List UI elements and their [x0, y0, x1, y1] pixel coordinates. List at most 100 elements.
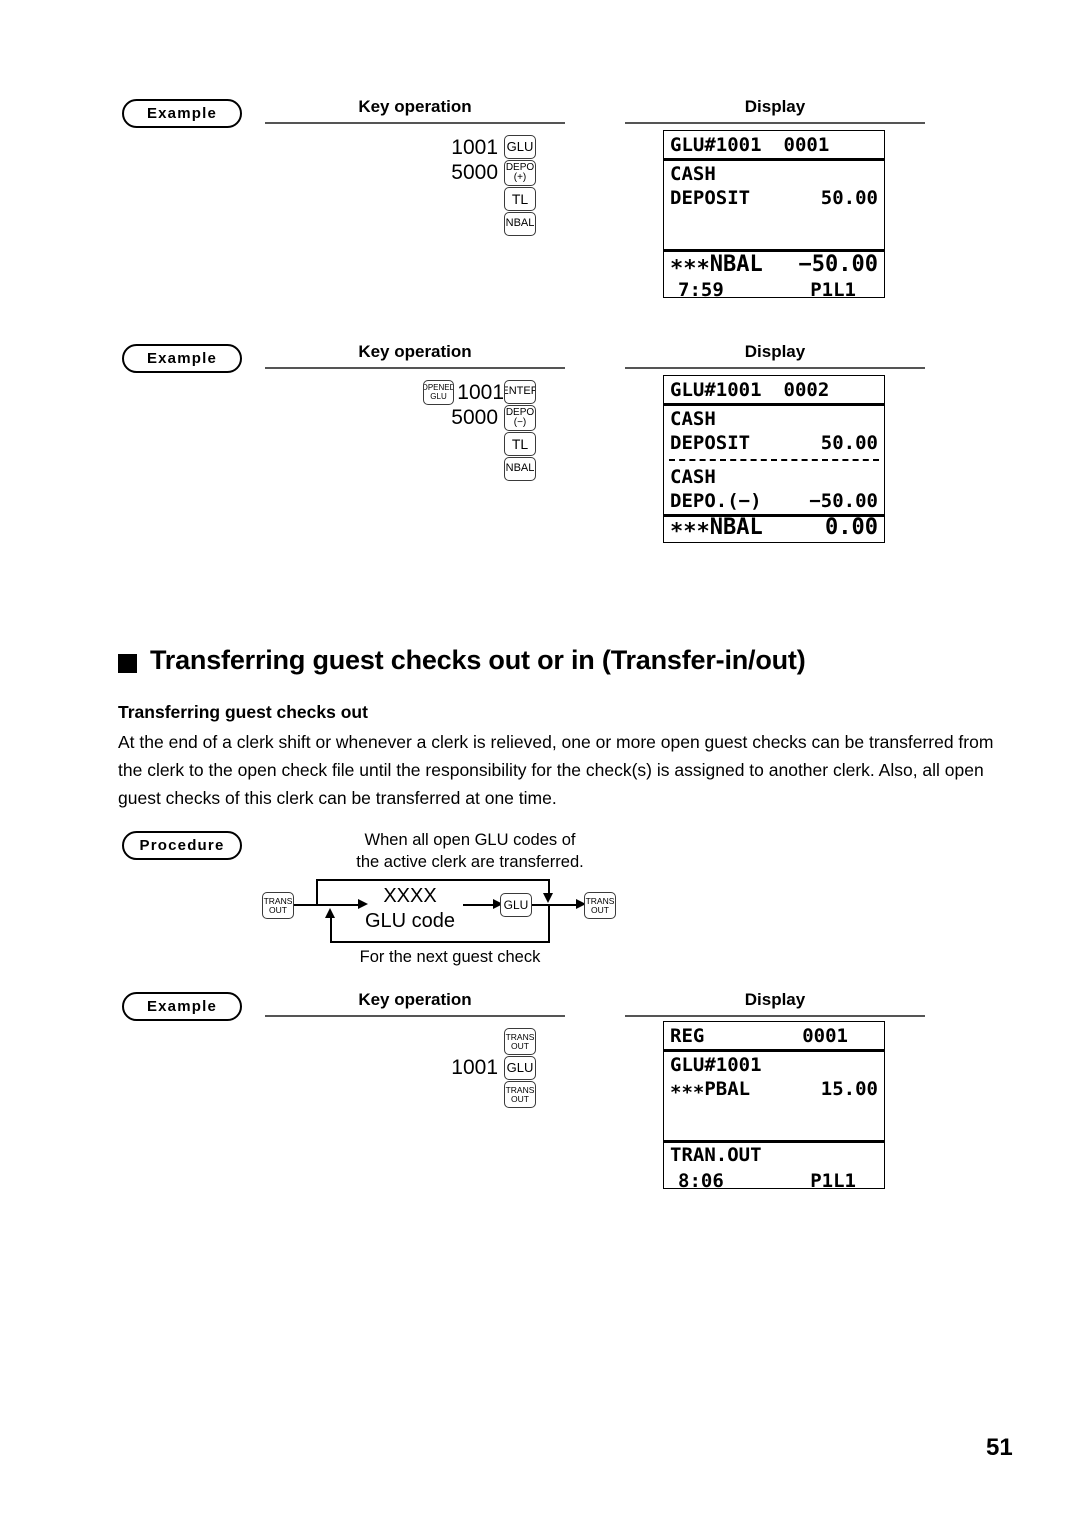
- display-panel-1: GLU#1001 0001 CASH DEPOSIT 50.00 ∗∗∗NBAL…: [663, 130, 885, 298]
- flow-line-bottom-right-riser: [548, 904, 550, 943]
- display-heading-2: Display: [744, 342, 806, 361]
- flow-arrow-top-loop-down: [543, 893, 553, 903]
- display-footer-right: P1L1: [810, 542, 856, 543]
- display-panel-3: REG 0001 GLU#1001 ∗∗∗PBAL 15.00 TRAN.OUT…: [663, 1021, 885, 1189]
- key-label-bottom: OUT: [591, 904, 609, 915]
- display-row-label: CASH: [670, 407, 716, 430]
- display-footer-row: 7:59 P1L1: [664, 277, 884, 298]
- display-body-row: DEPOSIT 50.00: [664, 185, 884, 210]
- display-total-label: ∗∗∗NBAL: [670, 251, 763, 277]
- display-body-row: DEPO.(−) −50.00: [664, 488, 884, 513]
- flow-line-bottom-left-riser: [330, 915, 332, 943]
- display-header-right: 0002: [783, 378, 830, 401]
- display-body-row: CASH: [664, 161, 884, 186]
- flow-line-glu-out: [532, 904, 580, 906]
- key-tl-2[interactable]: TL: [504, 432, 536, 456]
- key-label-top: TL: [511, 435, 529, 452]
- key-label-top: GLU: [506, 1060, 534, 1076]
- display-row-label: CASH: [670, 465, 716, 488]
- flow-line-top-riser: [316, 879, 318, 905]
- display-body-row: CASH: [664, 464, 884, 489]
- display-body-row: GLU#1001: [664, 1052, 884, 1077]
- display-rule-3: [625, 1015, 925, 1017]
- display-body-row: ∗∗∗PBAL 15.00: [664, 1076, 884, 1101]
- display-row-label: DEPOSIT: [670, 186, 751, 209]
- display-header-row: GLU#1001 0001: [664, 132, 884, 157]
- key-glu-3[interactable]: GLU: [504, 1056, 536, 1080]
- key-enter-2[interactable]: ENTER: [504, 380, 536, 404]
- flow-arrow-bottom-loop-up: [325, 908, 335, 918]
- section-bullet-icon: [118, 654, 137, 673]
- example-badge-3: Example: [122, 992, 242, 1021]
- key-label-bottom: OUT: [511, 1093, 529, 1104]
- display-total-row: ∗∗∗NBAL −50.00: [664, 251, 884, 277]
- example-badge-1: Example: [122, 99, 242, 128]
- procedure-bottom-note: For the next guest check: [359, 948, 541, 966]
- display-footer-right: P1L1: [810, 1169, 856, 1189]
- display-row-label: GLU#1001: [670, 1053, 762, 1076]
- display-rule-1: [625, 122, 925, 124]
- key-glu-1[interactable]: GLU: [504, 135, 536, 159]
- key-operation-heading-2: Key operation: [358, 342, 472, 361]
- key-label-bottom: OUT: [269, 904, 287, 915]
- display-header-left: GLU#1001: [670, 133, 762, 156]
- display-row-amount: 50.00: [820, 186, 878, 209]
- display-total-row: TRAN.OUT: [664, 1142, 884, 1167]
- flow-line-bottom-loop: [330, 941, 550, 943]
- key-trans-out-3-2[interactable]: TRANS OUT: [504, 1081, 536, 1108]
- key-label-bottom: (+): [513, 172, 527, 183]
- key-label-top: NBAL: [505, 462, 535, 475]
- display-header-row: GLU#1001 0002: [664, 377, 884, 402]
- procedure-center-line2: GLU code: [364, 910, 456, 932]
- procedure-badge: Procedure: [122, 831, 242, 860]
- key-depo-plus-1[interactable]: DEPO (+): [504, 160, 536, 186]
- procedure-top-note-line2: the active clerk are transferred.: [356, 853, 584, 871]
- display-footer-row: 8:06 P1L1: [664, 1168, 884, 1189]
- display-header-row: REG 0001: [664, 1023, 884, 1048]
- display-panel-2: GLU#1001 0002 CASH DEPOSIT 50.00 CASH DE…: [663, 375, 885, 543]
- flow-line-to-glu: [463, 904, 495, 906]
- display-dashed-divider: [669, 459, 879, 461]
- display-row-label: DEPOSIT: [670, 431, 751, 454]
- display-total-row: ∗∗∗NBAL 0.00: [664, 515, 884, 540]
- display-row-amount: −50.00: [809, 489, 878, 512]
- key-trans-out-end[interactable]: TRANS OUT: [584, 892, 616, 919]
- page-number: 51: [986, 1434, 1013, 1461]
- display-header-right: 0001: [783, 133, 830, 156]
- key-operation-rule-1: [265, 122, 565, 124]
- key-depo-minus-2[interactable]: DEPO (−): [504, 405, 536, 431]
- display-row-amount: 50.00: [820, 431, 878, 454]
- key-operation-heading-3: Key operation: [358, 990, 472, 1009]
- display-total-amount: 0.00: [825, 515, 878, 540]
- flow-line-top-loop: [316, 879, 550, 881]
- key-trans-out-start[interactable]: TRANS OUT: [262, 892, 294, 919]
- display-body-row: CASH: [664, 406, 884, 431]
- key-label-top: NBAL: [505, 217, 535, 230]
- key-trans-out-3-1[interactable]: TRANS OUT: [504, 1028, 536, 1055]
- key-entry-value-3: 1001: [451, 1056, 498, 1079]
- key-tl-1[interactable]: TL: [504, 187, 536, 211]
- key-entry-value-1-2: 5000: [451, 161, 498, 184]
- display-total-label: TRAN.OUT: [670, 1143, 762, 1166]
- display-row-label: CASH: [670, 162, 716, 185]
- key-nbal-1[interactable]: NBAL: [504, 212, 536, 236]
- key-nbal-2[interactable]: NBAL: [504, 457, 536, 481]
- key-operation-rule-3: [265, 1015, 565, 1017]
- display-row-label: ∗∗∗PBAL: [670, 1077, 751, 1100]
- key-entry-value-1-1: 1001: [451, 136, 498, 159]
- key-entry-value-2-1: 1001: [457, 381, 504, 404]
- key-label-top: GLU: [506, 139, 534, 155]
- display-heading-3: Display: [744, 990, 806, 1009]
- display-row-amount: 15.00: [820, 1077, 878, 1100]
- display-header-left: REG: [670, 1024, 705, 1047]
- example-badge-2: Example: [122, 344, 242, 373]
- key-entry-value-2-2: 5000: [451, 406, 498, 429]
- key-label-bottom: (−): [513, 417, 527, 428]
- key-label-bottom: OUT: [511, 1040, 529, 1051]
- display-header-right: 0001: [802, 1024, 848, 1047]
- display-header-left: GLU#1001: [670, 378, 762, 401]
- key-opened-glu-2[interactable]: OPENED GLU: [423, 380, 454, 405]
- display-body-row: DEPOSIT 50.00: [664, 430, 884, 455]
- key-glu-procedure[interactable]: GLU: [500, 893, 532, 917]
- display-footer-left: 8:09: [678, 542, 724, 543]
